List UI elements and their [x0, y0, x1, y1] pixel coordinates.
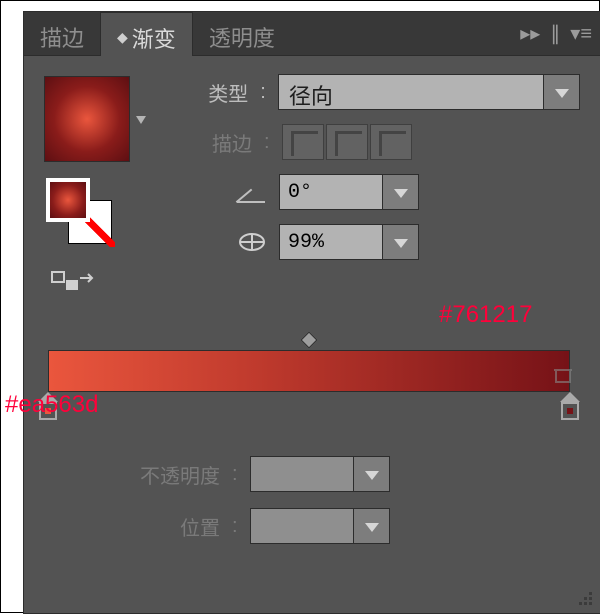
type-dropdown[interactable]: 径向: [278, 74, 580, 110]
row-stroke: 描边 :: [167, 124, 580, 160]
stroke-apply-along-icon[interactable]: [326, 124, 368, 160]
stroke-apply-across-icon[interactable]: [370, 124, 412, 160]
aspect-dropdown-icon[interactable]: [383, 224, 419, 260]
collapse-icon[interactable]: ▸▸: [520, 21, 540, 46]
tabbar-controls: ▸▸ ∥ ▾≡: [520, 12, 600, 55]
position-label: 位置: [80, 512, 220, 541]
aspect-field[interactable]: [279, 224, 383, 260]
stroke-label: 描边: [167, 128, 252, 157]
row-angle: [167, 174, 580, 210]
panel-body: 类型 : 径向 描边 :: [24, 56, 600, 613]
gradient-stop-right[interactable]: [560, 392, 580, 420]
annotation-left-hex: #ea563d: [5, 391, 98, 419]
stroke-apply-within-icon[interactable]: [282, 124, 324, 160]
opacity-field: [250, 456, 354, 492]
dirty-indicator-icon: ◆: [117, 29, 128, 46]
angle-dropdown-icon[interactable]: [383, 174, 419, 210]
gradient-midpoint-handle[interactable]: [301, 332, 318, 349]
colon: :: [264, 131, 270, 154]
position-input: [250, 508, 390, 544]
resize-grip-icon[interactable]: [572, 585, 594, 607]
colon: :: [260, 81, 266, 104]
opacity-dropdown-icon: [354, 456, 390, 492]
position-field: [250, 508, 354, 544]
panel-menu-icon[interactable]: ▾≡: [570, 21, 592, 46]
divider-icon: ∥: [550, 21, 560, 46]
gradient-swatch-large[interactable]: [44, 76, 130, 162]
stroke-apply-group: [282, 124, 412, 160]
gradient-options: 类型 : 径向 描边 :: [167, 74, 580, 260]
reverse-gradient-icon[interactable]: [50, 268, 96, 294]
type-value: 径向: [279, 75, 543, 109]
delete-stop-icon[interactable]: [552, 366, 574, 384]
aspect-input[interactable]: [279, 224, 419, 260]
fill-swatch[interactable]: [46, 178, 90, 222]
row-position: 位置 :: [80, 508, 390, 544]
angle-field[interactable]: [279, 174, 383, 210]
tab-gradient-label: 渐变: [132, 22, 176, 54]
opacity-input: [250, 456, 390, 492]
type-label: 类型: [167, 78, 248, 107]
gradient-bar[interactable]: [48, 350, 570, 392]
tab-gradient[interactable]: ◆ 渐变: [100, 12, 193, 56]
annotation-right-hex: #761217: [439, 301, 532, 329]
swatch-dropdown-icon[interactable]: [136, 116, 146, 124]
dropdown-caret-icon[interactable]: [543, 75, 579, 109]
position-dropdown-icon: [354, 508, 390, 544]
row-opacity: 不透明度 :: [80, 456, 390, 492]
gradient-editor[interactable]: [48, 350, 570, 392]
row-type: 类型 : 径向: [167, 74, 580, 110]
fill-stroke-swatch[interactable]: [46, 178, 112, 244]
angle-icon: [237, 181, 267, 203]
aspect-ratio-icon: [237, 230, 267, 254]
tab-transparency[interactable]: 透明度: [193, 12, 291, 55]
tab-stroke[interactable]: 描边: [24, 12, 100, 55]
row-aspect: [167, 224, 580, 260]
tabbar: 描边 ◆ 渐变 透明度 ▸▸ ∥ ▾≡: [24, 12, 600, 56]
angle-input[interactable]: [279, 174, 419, 210]
opacity-label: 不透明度: [80, 460, 220, 489]
